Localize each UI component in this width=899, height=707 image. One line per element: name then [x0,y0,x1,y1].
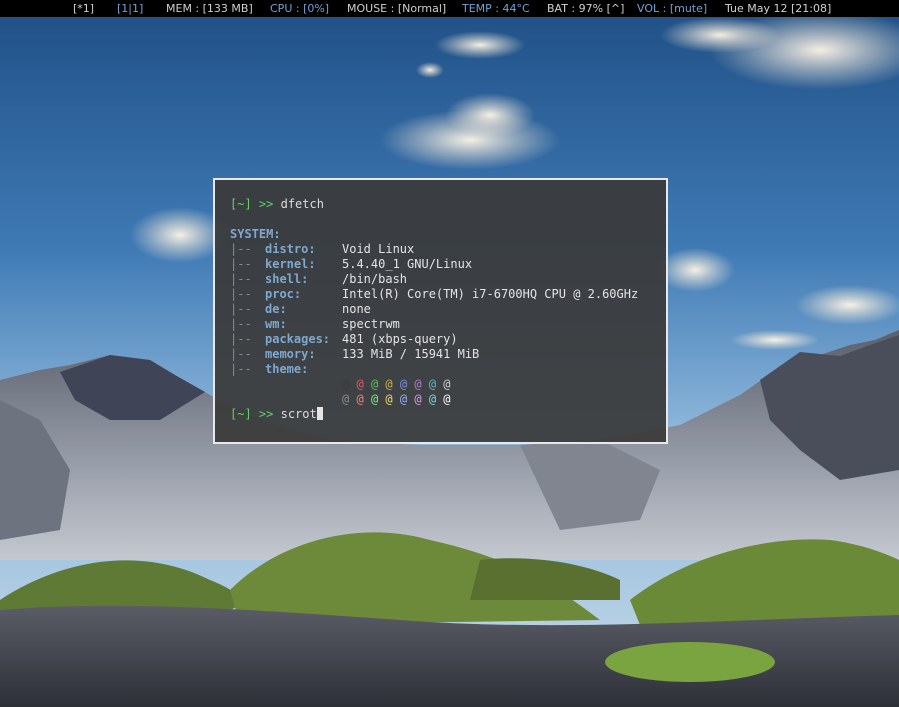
workspace-indicator[interactable]: [*1] [73,0,94,17]
section-heading: SYSTEM: [230,227,281,241]
cpu-status: CPU : [0%] [270,2,330,15]
info-row: |-- distro: Void Linux [230,242,414,257]
info-key: de: [265,302,287,316]
info-value: Void Linux [342,242,415,256]
mouse-status: MOUSE : [Normal] [347,2,447,15]
info-row: |-- memory: 133 MiB / 15941 MiB [230,347,479,362]
tree-branch: |-- [230,317,252,331]
palette-light-swatch: @ [385,392,393,406]
info-key: wm: [265,317,287,331]
tree-branch: |-- [230,362,252,376]
prompt: [~] >> [230,197,274,211]
text-cursor [316,407,323,420]
info-key: kernel: [265,257,316,271]
info-key: shell: [265,272,309,286]
info-key: theme: [265,362,309,376]
tree-branch: |-- [230,287,252,301]
tree-branch: |-- [230,242,252,256]
palette-dark-swatch: @ [428,377,437,391]
palette-dark-swatch: @ [356,377,364,391]
info-value: spectrwm [342,317,400,331]
terminal-window[interactable]: [~] >> dfetch SYSTEM: |-- distro: Void Lin… [213,178,668,444]
prompt-line-1: [~] >> dfetch [230,197,324,212]
info-value: 5.4.40_1 GNU/Linux [342,257,473,271]
palette-dark-swatch: @ [385,377,393,391]
info-row: |-- wm: spectrwm [230,317,400,332]
info-value: /bin/bash [342,272,408,286]
palette-light-swatch: @ [399,392,408,406]
info-key: packages: [265,332,331,346]
info-value: 481 (xbps-query) [342,332,458,346]
palette-dark-swatch: @ [342,377,350,391]
volume-status: VOL : [mute] [637,2,708,15]
info-row: |-- shell: /bin/bash [230,272,407,287]
info-value: none [342,302,371,316]
battery-status: BAT : 97% [^] [547,2,625,15]
palette-light-swatch: @ [414,392,422,406]
info-value: Intel(R) Core(TM) i7-6700HQ CPU @ 2.60GH… [342,287,639,301]
color-palette-light: @ @ @ @ @ @ @ @ [342,392,451,407]
color-palette-dark: @ @ @ @ @ @ @ @ [342,377,451,392]
palette-dark-swatch: @ [443,377,451,391]
clock: Tue May 12 [21:08] [725,2,832,15]
command-dfetch: dfetch [280,197,324,211]
info-value: 133 MiB / 15941 MiB [342,347,480,361]
prompt: [~] >> [230,407,274,421]
tree-branch: |-- [230,347,252,361]
info-row: |-- theme: [230,362,308,377]
palette-dark-swatch: @ [399,377,408,391]
temp-status: TEMP : 44°C [462,2,530,15]
palette-dark-swatch: @ [370,377,379,391]
region-indicator: [1|1] [117,2,144,15]
tree-branch: |-- [230,302,252,316]
info-row: |-- proc: Intel(R) Core(TM) i7-6700HQ CPU … [230,287,638,302]
prompt-line-2[interactable]: [~] >> scrot [230,407,323,422]
info-row: |-- packages: 481 (xbps-query) [230,332,458,347]
palette-dark-swatch: @ [414,377,422,391]
info-key: distro: [265,242,316,256]
info-key: proc: [265,287,302,301]
info-row: |-- de: none [230,302,371,317]
palette-light-swatch: @ [428,392,437,406]
info-row: |-- kernel: 5.4.40_1 GNU/Linux [230,257,472,272]
palette-light-swatch: @ [356,392,364,406]
memory-status: MEM : [133 MB] [166,2,253,15]
tree-branch: |-- [230,257,252,271]
palette-light-swatch: @ [370,392,379,406]
palette-light-swatch: @ [443,392,451,406]
status-bar: [*1] [1|1] MEM : [133 MB] CPU : [0%] MOU… [0,0,899,17]
palette-light-swatch: @ [342,392,350,406]
info-key: memory: [265,347,316,361]
tree-branch: |-- [230,272,252,286]
command-input[interactable]: scrot [281,407,317,421]
tree-branch: |-- [230,332,252,346]
